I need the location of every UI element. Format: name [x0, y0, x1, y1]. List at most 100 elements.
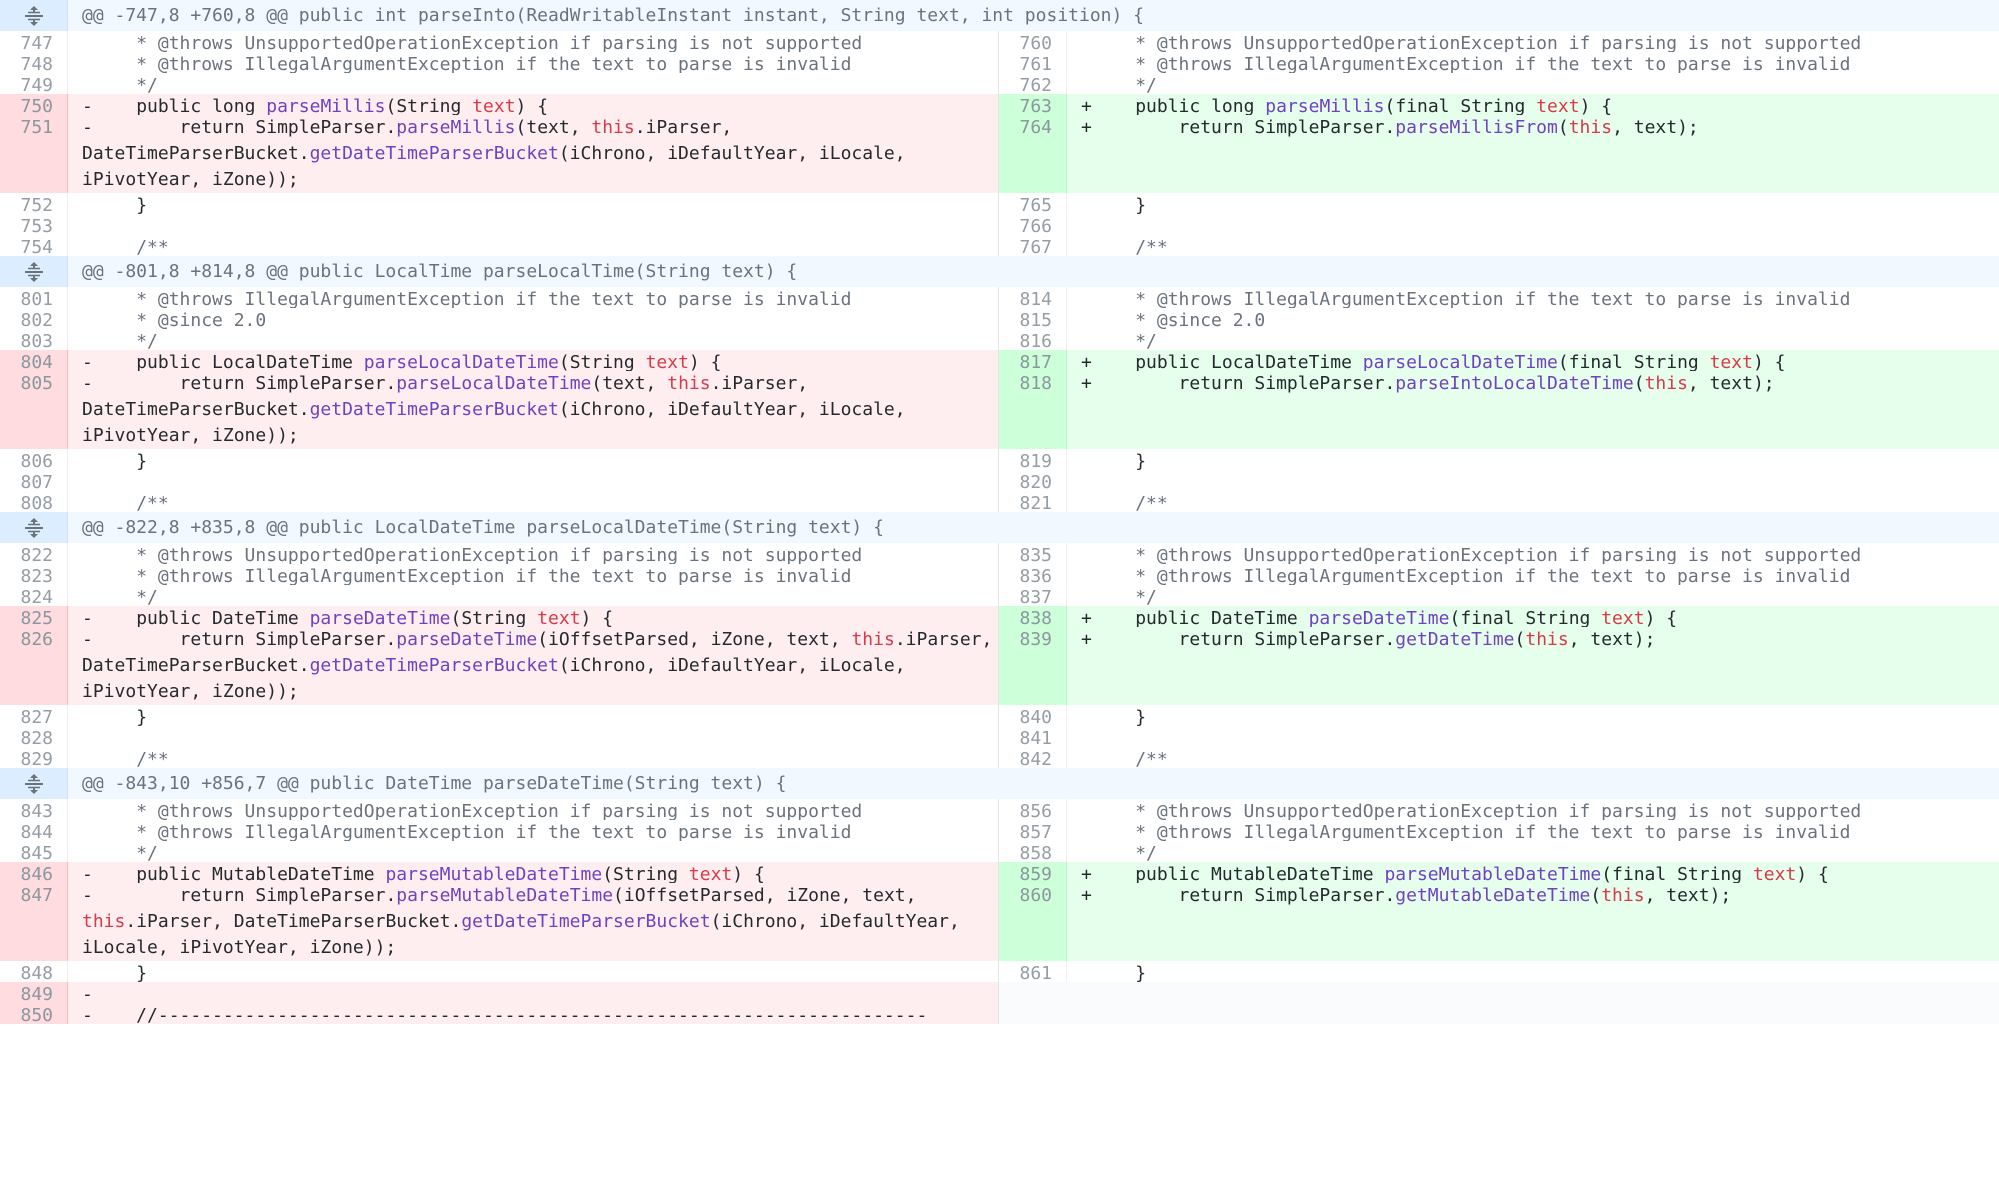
line-number[interactable]: 841: [999, 726, 1067, 749]
diff-row: 850- //---------------------------------…: [0, 1003, 1999, 1026]
diff-row: 752 } 765 }: [0, 193, 1999, 216]
code-line: [1067, 1003, 1999, 1024]
line-number[interactable]: 823: [0, 564, 68, 587]
left-deleted-line: 750- public long parseMillis(String text…: [0, 94, 999, 117]
right-added-line: 764 + return SimpleParser.parseMillisFrom…: [999, 115, 1999, 193]
line-number[interactable]: 818: [999, 371, 1067, 449]
line-number[interactable]: 836: [999, 564, 1067, 587]
left-context-line: 749 */: [0, 73, 999, 96]
right-context-line: 760 * @throws UnsupportedOperationExcept…: [999, 31, 1999, 54]
line-number[interactable]: 760: [999, 31, 1067, 54]
code-line: */: [82, 843, 158, 862]
unfold-icon[interactable]: [0, 512, 68, 543]
line-number[interactable]: 822: [0, 543, 68, 566]
diff-row: 822 * @throws UnsupportedOperationExcept…: [0, 543, 1999, 566]
line-number[interactable]: 807: [0, 470, 68, 493]
right-context-line: 840 }: [999, 705, 1999, 728]
line-number[interactable]: 817: [999, 350, 1067, 373]
unfold-icon[interactable]: [0, 0, 68, 31]
line-number[interactable]: 835: [999, 543, 1067, 566]
line-number[interactable]: 838: [999, 606, 1067, 629]
line-number[interactable]: 858: [999, 841, 1067, 864]
diff-row: 828 841: [0, 726, 1999, 749]
code-line: + public long parseMillis(final String t…: [1067, 94, 1999, 115]
line-number[interactable]: 804: [0, 350, 68, 373]
line-number[interactable]: 840: [999, 705, 1067, 728]
line-number[interactable]: 762: [999, 73, 1067, 96]
line-number[interactable]: 848: [0, 961, 68, 984]
left-context-line: 822 * @throws UnsupportedOperationExcept…: [0, 543, 999, 566]
diff-row: 751- return SimpleParser.parseMillis(tex…: [0, 115, 1999, 193]
line-number[interactable]: 842: [999, 747, 1067, 770]
line-number[interactable]: 859: [999, 862, 1067, 885]
line-number[interactable]: 763: [999, 94, 1067, 117]
line-number[interactable]: 748: [0, 52, 68, 75]
line-number[interactable]: 845: [0, 841, 68, 864]
diff-row: 845 */858 */: [0, 841, 1999, 864]
line-number[interactable]: 764: [999, 115, 1067, 193]
right-empty-line: [999, 1003, 1999, 1024]
line-number[interactable]: 837: [999, 585, 1067, 608]
line-number[interactable]: 765: [999, 193, 1067, 216]
line-number[interactable]: 846: [0, 862, 68, 885]
line-number[interactable]: 850: [0, 1003, 68, 1026]
split-diff-view: @@ -747,8 +760,8 @@ public int parseInto…: [0, 0, 1999, 1026]
code-line: - return SimpleParser.parseDateTime(iOff…: [68, 627, 998, 705]
line-number[interactable]: 808: [0, 491, 68, 514]
code-line: * @throws UnsupportedOperationException …: [1081, 33, 1862, 52]
line-number[interactable]: 821: [999, 491, 1067, 514]
line-number[interactable]: 814: [999, 287, 1067, 310]
line-number[interactable]: 752: [0, 193, 68, 216]
code-line: */: [82, 75, 158, 94]
line-number[interactable]: 828: [0, 726, 68, 749]
right-context-line: 766: [999, 214, 1999, 237]
line-number[interactable]: 844: [0, 820, 68, 843]
left-deleted-line: 849-: [0, 982, 999, 1005]
diff-row: 826- return SimpleParser.parseDateTime(i…: [0, 627, 1999, 705]
line-number[interactable]: [999, 1003, 1067, 1024]
line-number[interactable]: 815: [999, 308, 1067, 331]
line-number[interactable]: 753: [0, 214, 68, 237]
line-number[interactable]: 856: [999, 799, 1067, 822]
line-number[interactable]: 801: [0, 287, 68, 310]
left-context-line: 754 /**: [0, 235, 999, 258]
line-number[interactable]: 747: [0, 31, 68, 54]
line-number[interactable]: 861: [999, 961, 1067, 984]
line-number[interactable]: 824: [0, 585, 68, 608]
right-context-line: 765 }: [999, 193, 1999, 216]
line-number[interactable]: 827: [0, 705, 68, 728]
line-number[interactable]: 820: [999, 470, 1067, 493]
line-number[interactable]: 751: [0, 115, 68, 193]
line-number[interactable]: 825: [0, 606, 68, 629]
line-number[interactable]: 805: [0, 371, 68, 449]
line-number[interactable]: 829: [0, 747, 68, 770]
line-number[interactable]: 803: [0, 329, 68, 352]
line-number[interactable]: 819: [999, 449, 1067, 472]
code-line: -: [68, 982, 998, 1003]
line-number[interactable]: 860: [999, 883, 1067, 961]
line-number[interactable]: 857: [999, 820, 1067, 843]
line-number[interactable]: 839: [999, 627, 1067, 705]
left-context-line: 824 */: [0, 585, 999, 608]
line-number[interactable]: 802: [0, 308, 68, 331]
line-number[interactable]: 749: [0, 73, 68, 96]
code-line: /**: [82, 237, 169, 256]
line-number[interactable]: 761: [999, 52, 1067, 75]
line-number[interactable]: 816: [999, 329, 1067, 352]
unfold-icon[interactable]: [0, 768, 68, 799]
line-number[interactable]: 843: [0, 799, 68, 822]
line-number[interactable]: 750: [0, 94, 68, 117]
unfold-icon[interactable]: [0, 256, 68, 287]
right-empty-line: [999, 982, 1999, 1003]
line-number[interactable]: 847: [0, 883, 68, 961]
line-number[interactable]: [999, 982, 1067, 1003]
line-number[interactable]: 826: [0, 627, 68, 705]
line-number[interactable]: 766: [999, 214, 1067, 237]
line-number[interactable]: 767: [999, 235, 1067, 258]
line-number[interactable]: 806: [0, 449, 68, 472]
line-number[interactable]: 754: [0, 235, 68, 258]
code-line: - return SimpleParser.parseMillis(text, …: [68, 115, 998, 193]
line-number[interactable]: 849: [0, 982, 68, 1005]
